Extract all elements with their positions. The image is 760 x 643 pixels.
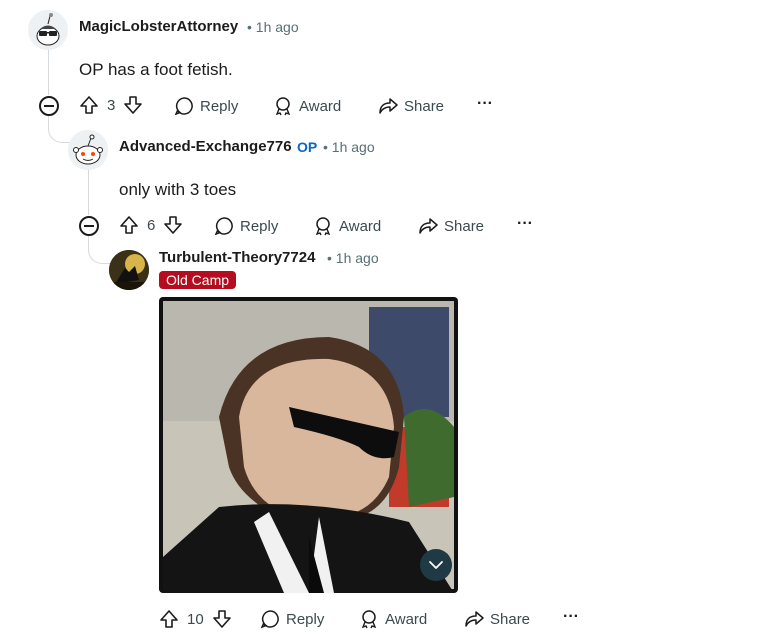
award-button[interactable]: Award — [359, 609, 427, 629]
share-icon — [465, 611, 484, 627]
thread-line-2 — [88, 170, 89, 215]
comment-username[interactable]: MagicLobsterAttorney — [79, 18, 238, 35]
vote-count: 6 — [147, 216, 156, 234]
comment-time: • 1h ago — [323, 139, 375, 155]
vote-controls: 6 — [119, 215, 183, 235]
comment-bubble-icon — [260, 610, 279, 629]
comment-bubble-icon — [214, 217, 233, 236]
gif-image-icon — [163, 301, 454, 593]
more-options-button[interactable]: ··· — [563, 608, 579, 626]
downvote-icon[interactable] — [123, 95, 143, 115]
reply-button[interactable]: Reply — [174, 96, 238, 116]
reply-button[interactable]: Reply — [214, 216, 278, 236]
snoo-avatar-icon — [68, 130, 108, 170]
downvote-icon[interactable] — [212, 609, 232, 629]
chevron-down-icon — [429, 561, 443, 569]
thread-line-1 — [48, 50, 49, 95]
upvote-icon[interactable] — [119, 215, 139, 235]
user-photo-avatar-icon — [109, 250, 149, 290]
user-flair: Old Camp — [159, 271, 237, 289]
avatar[interactable] — [28, 10, 68, 50]
avatar[interactable] — [68, 130, 108, 170]
expand-media-button[interactable] — [420, 549, 452, 581]
snoo-avatar-icon — [28, 10, 68, 50]
more-options-button[interactable]: ··· — [477, 95, 493, 113]
vote-count: 3 — [107, 96, 116, 114]
comment-time: • 1h ago — [327, 250, 379, 266]
comment-body: OP has a foot fetish. — [79, 60, 233, 79]
comment-body: only with 3 toes — [119, 180, 237, 199]
downvote-icon[interactable] — [163, 215, 183, 235]
share-button[interactable]: Share — [418, 216, 484, 236]
share-icon — [419, 218, 438, 234]
collapse-thread-button[interactable] — [39, 96, 59, 116]
thread-elbow-2 — [88, 233, 111, 264]
share-button[interactable]: Share — [464, 609, 530, 629]
comment-username[interactable]: Turbulent-Theory7724 — [159, 249, 315, 266]
award-icon — [361, 610, 377, 629]
award-button[interactable]: Award — [313, 216, 381, 236]
more-options-button[interactable]: ··· — [517, 215, 533, 233]
upvote-icon[interactable] — [79, 95, 99, 115]
collapse-thread-button[interactable] — [79, 216, 99, 236]
comment-bubble-icon — [174, 97, 193, 116]
comment-username[interactable]: Advanced-Exchange776 — [119, 138, 292, 155]
reply-button[interactable]: Reply — [260, 609, 324, 629]
op-badge: OP — [297, 139, 318, 155]
avatar[interactable] — [109, 250, 149, 290]
vote-count: 10 — [187, 610, 204, 628]
share-icon — [379, 98, 398, 114]
gif-media[interactable] — [159, 297, 458, 593]
vote-controls: 10 — [159, 609, 232, 629]
share-button[interactable]: Share — [378, 96, 444, 116]
comment-time: • 1h ago — [247, 19, 299, 35]
vote-controls: 3 — [79, 95, 143, 115]
award-icon — [315, 217, 331, 236]
award-icon — [275, 97, 291, 116]
award-button[interactable]: Award — [273, 96, 341, 116]
thread-elbow-1 — [48, 112, 71, 143]
upvote-icon[interactable] — [159, 609, 179, 629]
